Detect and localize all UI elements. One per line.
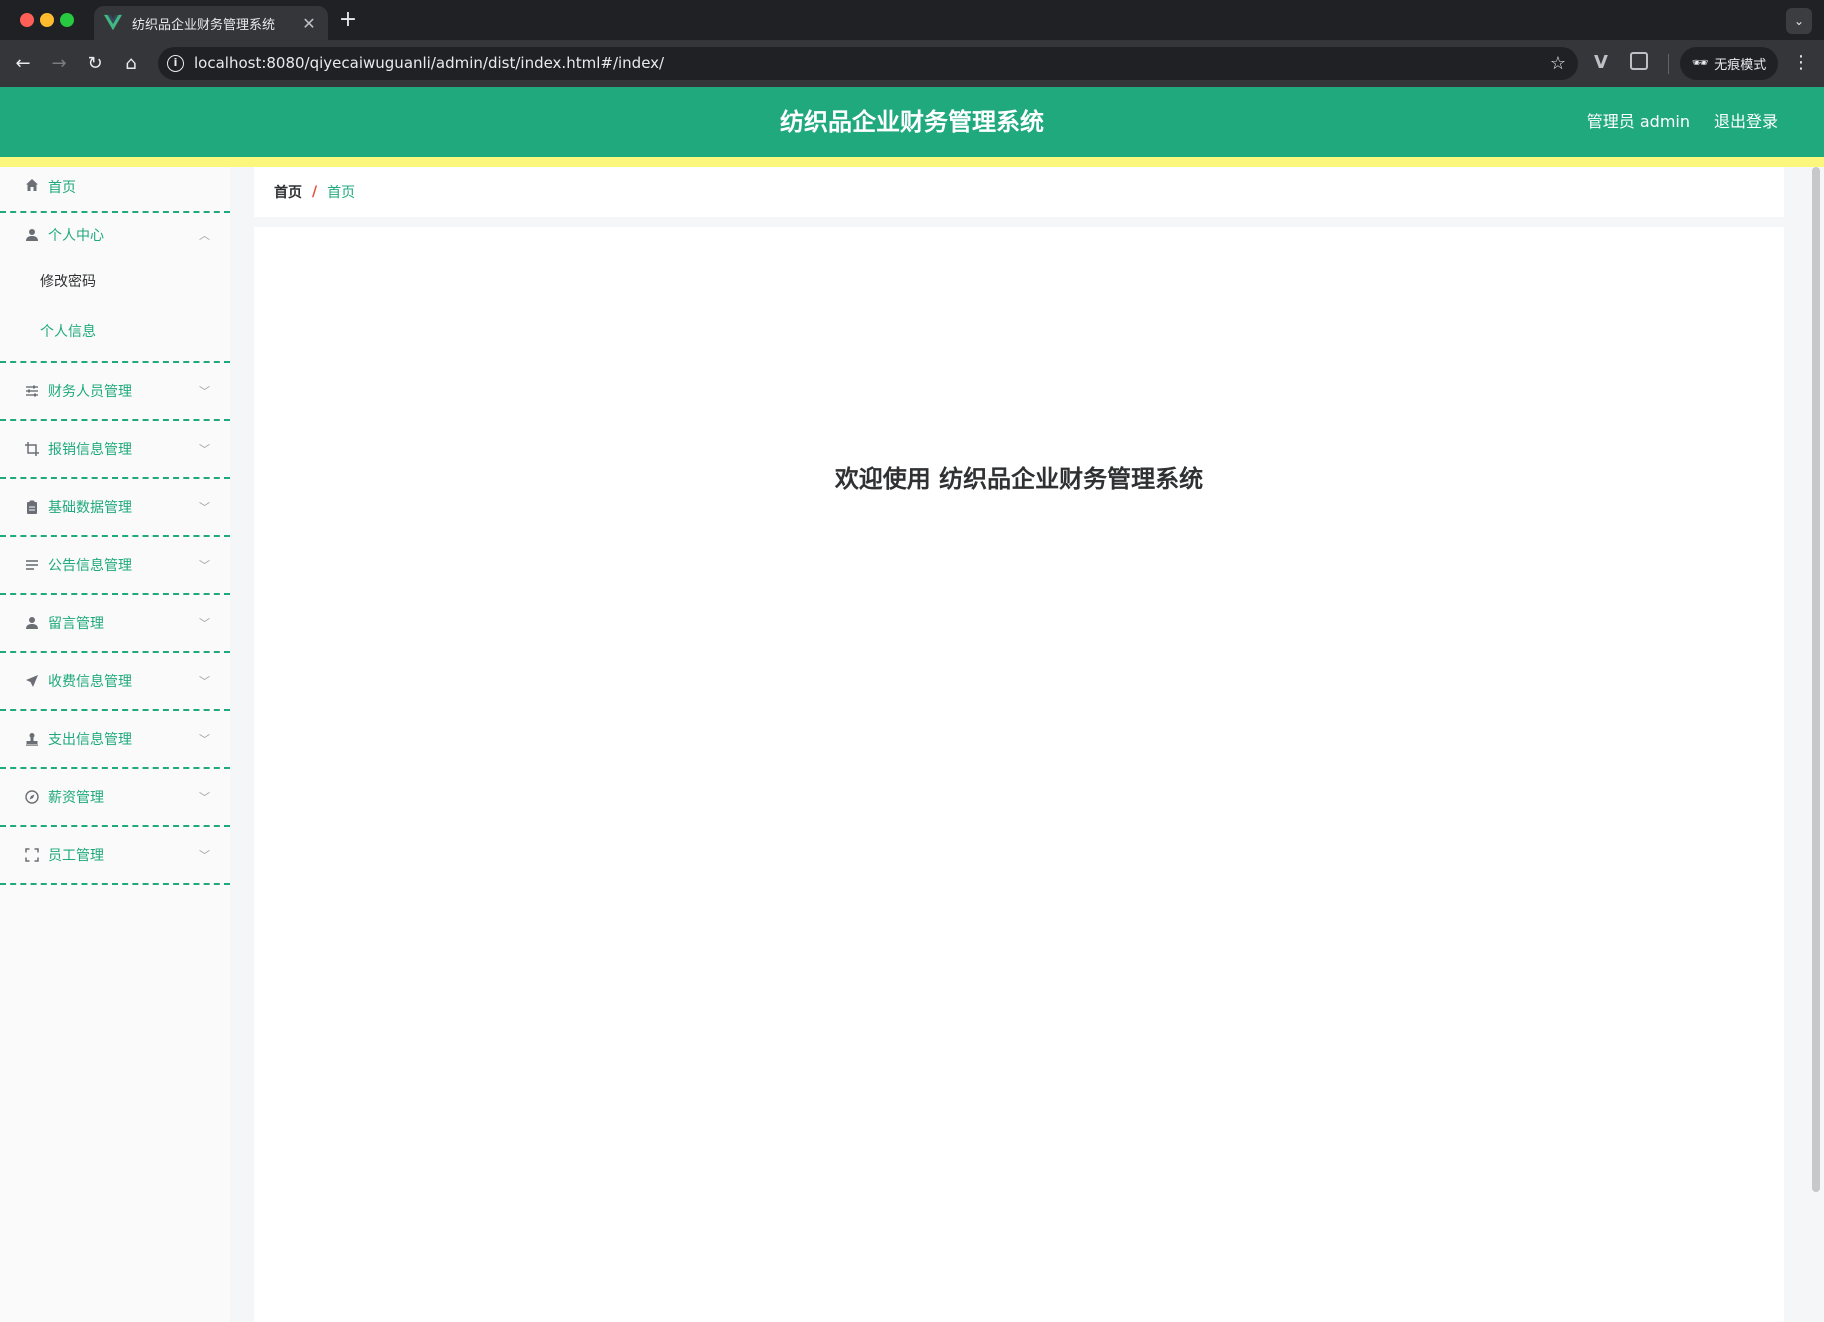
address-bar[interactable]: i localhost:8080/qiyecaiwuguanli/admin/d… [158, 47, 1578, 80]
sidebar-item-basic-data[interactable]: 基础数据管理 ﹀ [0, 479, 230, 537]
chevron-down-icon: ﹀ [199, 385, 210, 398]
browser-menu-icon[interactable]: ⋮ [1792, 52, 1810, 73]
sidebar-item-label: 留言管理 [48, 616, 104, 632]
header-accent-bar [0, 157, 1824, 167]
send-icon [24, 673, 40, 689]
minimize-window-button[interactable] [40, 13, 54, 27]
list-icon [24, 557, 40, 573]
app-header: 纺织品企业财务管理系统 管理员 admin 退出登录 [0, 87, 1824, 157]
sidebar-item-label: 基础数据管理 [48, 500, 132, 516]
sidebar-item-label: 收费信息管理 [48, 674, 132, 690]
incognito-icon: 🕶 [1691, 56, 1709, 71]
chevron-down-icon: ﹀ [199, 791, 210, 804]
back-icon[interactable]: ← [10, 51, 36, 77]
chevron-down-icon: ﹀ [199, 675, 210, 688]
sidebar: 首页 个人中心 ︿ 修改密码 个人信息 财务人员管理 ﹀ 报销信息管理 ﹀ 基础… [0, 167, 230, 1322]
crop-icon [24, 441, 40, 457]
maximize-window-button[interactable] [60, 13, 74, 27]
incognito-label: 无痕模式 [1714, 58, 1767, 73]
app-title: 纺织品企业财务管理系统 [780, 108, 1044, 136]
personal-center-submenu: 修改密码 个人信息 [0, 257, 230, 363]
breadcrumb-home-link[interactable]: 首页 [274, 182, 302, 202]
submenu-item-profile[interactable]: 个人信息 [0, 307, 230, 357]
sidebar-item-personal-center[interactable]: 个人中心 ︿ [0, 213, 230, 257]
sidebar-item-label: 财务人员管理 [48, 384, 132, 400]
sidebar-item-label: 公告信息管理 [48, 558, 132, 574]
chevron-up-icon: ︿ [199, 229, 210, 242]
stamp-icon [24, 731, 40, 747]
sidebar-item-label: 个人中心 [48, 228, 104, 244]
bookmark-star-icon[interactable]: ☆ [1550, 47, 1566, 80]
close-tab-icon[interactable]: ✕ [300, 14, 318, 33]
submenu-item-change-password[interactable]: 修改密码 [0, 257, 230, 307]
sidebar-item-label: 支出信息管理 [48, 732, 132, 748]
sidebar-item-label: 报销信息管理 [48, 442, 132, 458]
chevron-down-icon: ﹀ [199, 443, 210, 456]
sidebar-item-messages[interactable]: 留言管理 ﹀ [0, 595, 230, 653]
chevron-down-icon: ﹀ [199, 501, 210, 514]
browser-tab[interactable]: 纺织品企业财务管理系统 ✕ [94, 6, 328, 40]
url-text[interactable]: localhost:8080/qiyecaiwuguanli/admin/dis… [194, 47, 664, 80]
browser-tab-strip: 纺织品企业财务管理系统 ✕ + ⌄ [0, 0, 1824, 40]
site-info-icon[interactable]: i [167, 55, 184, 72]
home-icon [24, 177, 40, 193]
user-icon [24, 615, 40, 631]
sidebar-item-announcements[interactable]: 公告信息管理 ﹀ [0, 537, 230, 595]
welcome-message: 欢迎使用 纺织品企业财务管理系统 [834, 465, 1204, 493]
chevron-down-icon: ﹀ [199, 559, 210, 572]
reload-icon[interactable]: ↻ [82, 51, 108, 77]
sidebar-item-income[interactable]: 收费信息管理 ﹀ [0, 653, 230, 711]
main-content-card: 欢迎使用 纺织品企业财务管理系统 [254, 227, 1784, 1322]
user-icon [24, 227, 40, 243]
chevron-down-icon: ﹀ [199, 617, 210, 630]
sidebar-item-employees[interactable]: 员工管理 ﹀ [0, 827, 230, 885]
breadcrumb-separator: / [312, 184, 318, 200]
chevron-down-icon: ﹀ [199, 733, 210, 746]
sidebar-item-home[interactable]: 首页 [0, 167, 230, 213]
sidebar-item-label: 员工管理 [48, 848, 104, 864]
compass-icon [24, 789, 40, 805]
sidebar-item-salary[interactable]: 薪资管理 ﹀ [0, 769, 230, 827]
incognito-badge[interactable]: 🕶 无痕模式 [1680, 47, 1778, 80]
browser-toolbar: ← → ↻ ⌂ i localhost:8080/qiyecaiwuguanli… [0, 40, 1824, 87]
breadcrumb: 首页 / 首页 [254, 167, 1784, 217]
toolbar-divider [1668, 54, 1669, 74]
sidebar-item-finance-staff[interactable]: 财务人员管理 ﹀ [0, 363, 230, 421]
sidebar-item-expenses[interactable]: 支出信息管理 ﹀ [0, 711, 230, 769]
tab-title: 纺织品企业财务管理系统 [132, 17, 276, 33]
sidebar-item-label: 首页 [48, 180, 76, 196]
clipboard-icon [24, 499, 40, 515]
new-tab-button[interactable]: + [336, 8, 360, 32]
page-scrollbar[interactable] [1812, 167, 1820, 1192]
sliders-icon [24, 383, 40, 399]
sidebar-item-reimbursement[interactable]: 报销信息管理 ﹀ [0, 421, 230, 479]
vue-devtools-extension-icon[interactable]: V [1594, 52, 1608, 73]
tab-search-button[interactable]: ⌄ [1786, 8, 1812, 34]
forward-icon[interactable]: → [46, 51, 72, 77]
extensions-puzzle-icon[interactable] [1630, 52, 1648, 70]
close-window-button[interactable] [20, 13, 34, 27]
current-user-label: 管理员 admin [1586, 112, 1690, 131]
breadcrumb-current: 首页 [327, 185, 356, 201]
home-icon[interactable]: ⌂ [118, 51, 144, 77]
chevron-down-icon: ﹀ [199, 849, 210, 862]
fullscreen-icon [24, 847, 40, 863]
vue-logo-icon [104, 14, 122, 31]
sidebar-item-label: 薪资管理 [48, 790, 104, 806]
logout-button[interactable]: 退出登录 [1714, 87, 1778, 157]
